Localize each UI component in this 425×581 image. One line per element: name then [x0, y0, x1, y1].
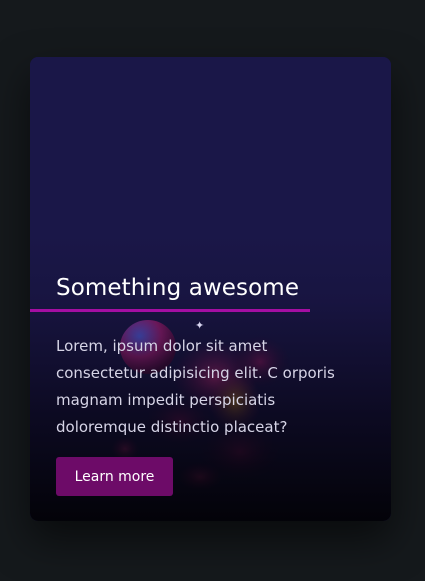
learn-more-button[interactable]: Learn more: [56, 457, 173, 496]
title-underline: [30, 309, 310, 312]
sparkle-icon: ✦: [195, 319, 205, 332]
card-content: Something awesome ✦ Lorem, ipsum dolor s…: [30, 57, 391, 521]
feature-card: Something awesome ✦ Lorem, ipsum dolor s…: [30, 57, 391, 521]
page: Something awesome ✦ Lorem, ipsum dolor s…: [0, 0, 425, 581]
card-description: Lorem, ipsum dolor sit amet consectetur …: [56, 337, 335, 436]
card-title: Something awesome: [56, 275, 300, 301]
